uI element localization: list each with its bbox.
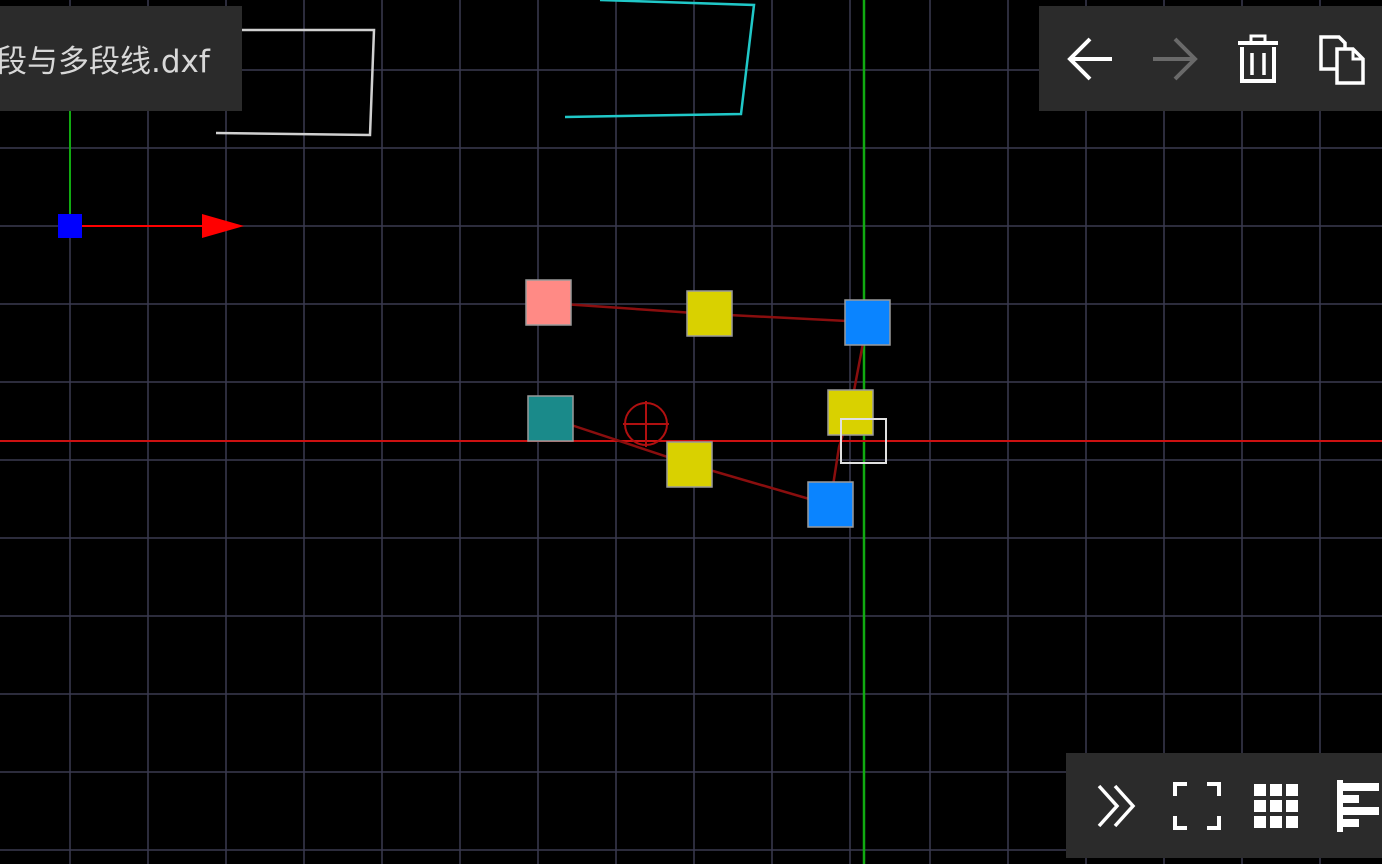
grip-start-teal[interactable] xyxy=(527,395,574,442)
grip-midpoint-yellow-2[interactable] xyxy=(827,389,874,436)
fullscreen-button[interactable] xyxy=(1166,775,1228,837)
grip-vertex-blue-1[interactable] xyxy=(844,299,891,346)
fullscreen-icon xyxy=(1173,782,1221,830)
file-title: 段与多段线.dxf xyxy=(0,44,210,80)
drawing-area[interactable] xyxy=(0,0,1382,864)
edit-toolbar xyxy=(1039,6,1382,111)
grip-midpoint-yellow-1[interactable] xyxy=(686,290,733,337)
cyan-polyline-entity[interactable] xyxy=(564,0,756,119)
double-chevron-right-icon xyxy=(1097,784,1136,828)
ucs-origin-icon xyxy=(58,214,82,238)
align-left-icon xyxy=(1337,780,1379,832)
trash-icon xyxy=(1238,34,1278,83)
grip-start-pink[interactable] xyxy=(525,279,572,326)
expand-toolbar-button[interactable] xyxy=(1086,775,1148,837)
grip-vertex-blue-2[interactable] xyxy=(807,481,854,528)
delete-button[interactable] xyxy=(1227,28,1289,90)
copy-button[interactable] xyxy=(1310,28,1372,90)
grid-icon xyxy=(1254,784,1298,828)
ucs-x-arrow-icon xyxy=(202,214,244,238)
redo-button[interactable] xyxy=(1144,28,1206,90)
view-toolbar xyxy=(1066,753,1382,858)
grip-midpoint-yellow-3[interactable] xyxy=(666,441,713,488)
file-title-panel: 段与多段线.dxf xyxy=(0,6,242,111)
undo-button[interactable] xyxy=(1059,28,1121,90)
arrow-left-icon xyxy=(1067,37,1112,81)
arrow-right-icon xyxy=(1153,37,1198,81)
align-button[interactable] xyxy=(1322,775,1382,837)
cad-canvas[interactable]: 段与多段线.dxf xyxy=(0,0,1382,864)
copy-icon xyxy=(1319,35,1365,85)
grid-toggle-button[interactable] xyxy=(1245,775,1307,837)
grid xyxy=(0,0,1382,864)
